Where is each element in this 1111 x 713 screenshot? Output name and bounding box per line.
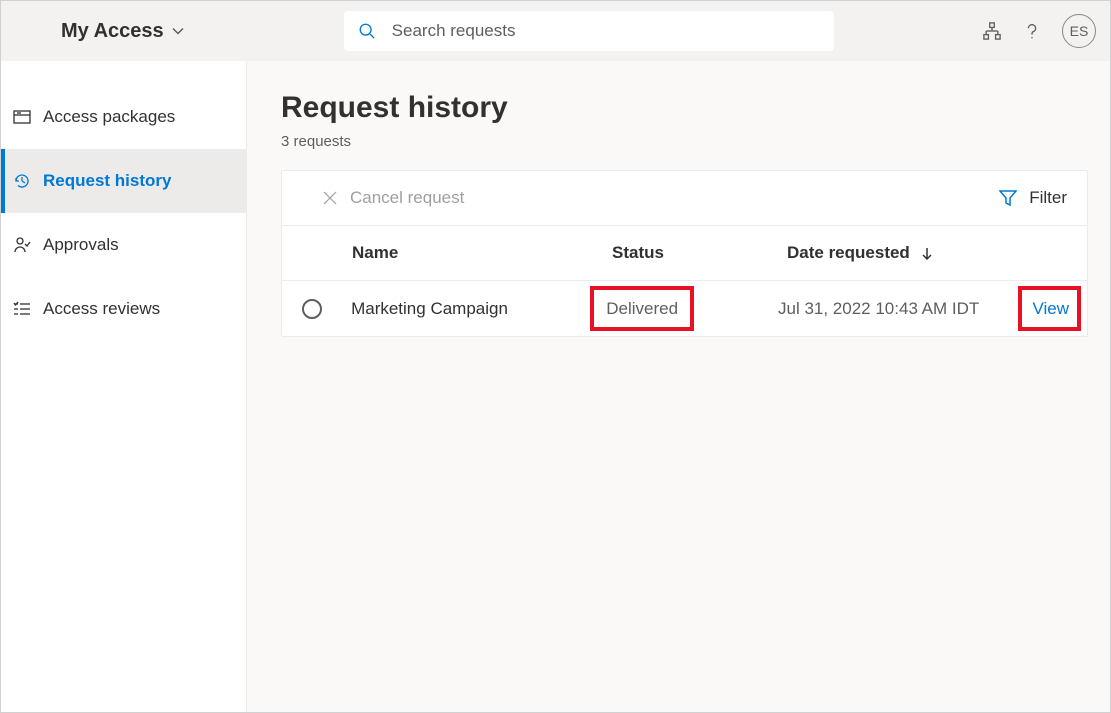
close-icon [322,190,338,206]
sidebar-item-access-reviews[interactable]: Access reviews [1,277,246,341]
col-date-label: Date requested [787,243,910,262]
avatar-initials: ES [1070,23,1089,39]
cancel-request-label: Cancel request [350,188,464,208]
table-header: Name Status Date requested [282,226,1087,280]
help-button[interactable] [1012,11,1052,51]
row-action-cell: View [1018,286,1067,331]
sidebar-item-request-history[interactable]: Request history [1,149,246,213]
sidebar-item-label: Access reviews [43,299,160,319]
help-icon [1023,22,1041,40]
row-date: Jul 31, 2022 10:43 AM IDT [778,299,1018,319]
highlight-box: View [1018,286,1081,331]
sidebar-item-label: Approvals [43,235,119,255]
search-input[interactable] [392,21,820,41]
table-row[interactable]: Marketing Campaign Delivered Jul 31, 202… [282,280,1087,336]
row-status-cell: Delivered [606,286,778,331]
approvals-icon [13,236,31,254]
row-status: Delivered [606,299,678,318]
filter-label: Filter [1029,188,1067,208]
search-box[interactable] [344,11,834,51]
sort-desc-icon [921,247,933,261]
history-icon [13,172,31,190]
sitemap-icon [983,22,1001,40]
sidebar-item-access-packages[interactable]: Access packages [1,85,246,149]
sidebar-item-label: Access packages [43,107,175,127]
page-title: Request history [281,91,1088,125]
view-link[interactable]: View [1030,295,1071,322]
filter-icon [999,189,1017,207]
row-name: Marketing Campaign [351,299,606,319]
highlight-box: Delivered [590,286,694,331]
col-status-header[interactable]: Status [612,243,787,263]
app-title: My Access [61,20,164,43]
page-subtitle: 3 requests [281,133,1088,150]
main-content: Request history 3 requests Cancel reques… [247,61,1110,712]
search-icon [358,22,376,40]
app-title-dropdown[interactable]: My Access [21,16,224,47]
sitemap-button[interactable] [972,11,1012,51]
request-table: Name Status Date requested Marketing Cam… [281,226,1088,337]
reviews-icon [13,300,31,318]
radio-icon [302,299,322,319]
chevron-down-icon [172,25,184,37]
avatar[interactable]: ES [1062,14,1096,48]
sidebar-item-approvals[interactable]: Approvals [1,213,246,277]
col-name-header[interactable]: Name [352,243,612,263]
package-icon [13,108,31,126]
top-bar: My Access ES [1,1,1110,61]
filter-button[interactable]: Filter [999,188,1067,208]
cancel-request-button[interactable]: Cancel request [322,188,464,208]
row-select[interactable] [302,299,351,319]
col-date-header[interactable]: Date requested [787,243,1032,263]
sidebar: Access packages Request history Approval… [1,61,247,712]
toolbar: Cancel request Filter [281,170,1088,226]
sidebar-item-label: Request history [43,171,171,191]
